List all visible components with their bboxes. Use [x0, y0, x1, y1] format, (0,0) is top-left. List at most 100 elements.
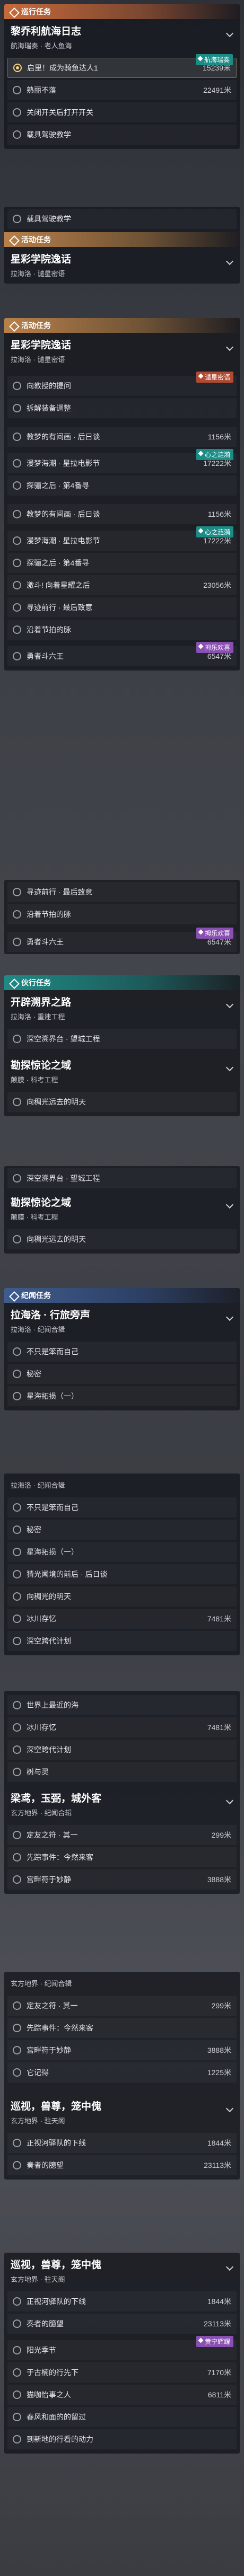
task-row[interactable]: 它记得 1225米: [7, 2062, 237, 2083]
task-row[interactable]: 深空跨代计划: [7, 1740, 237, 1760]
task-row[interactable]: 载具驾驶教学: [7, 209, 237, 229]
quest-header[interactable]: 巡视，兽尊，笼中傀 玄方地界 · 驻天阁: [4, 2094, 240, 2131]
radio-icon: [13, 64, 22, 72]
task-row[interactable]: 深空溯界台 · 望城工程: [7, 1029, 237, 1049]
task-row[interactable]: 秘密: [7, 1364, 237, 1384]
radio-icon: [13, 1615, 21, 1623]
chevron-down-icon[interactable]: [225, 1063, 234, 1072]
task-row[interactable]: 先踪事件：今然来客: [7, 1847, 237, 1867]
quest-header[interactable]: 巡视，兽尊，笼中傀 玄方地界 · 驻天阁: [4, 2253, 240, 2289]
task-row[interactable]: 宫畔符于妙静 3888米: [7, 1869, 237, 1890]
quest-header[interactable]: 拉海洛 · 纪闻合辑: [4, 1474, 240, 1495]
task-row[interactable]: 世界上最近的海: [7, 1695, 237, 1715]
radio-icon: [13, 625, 21, 634]
quest-panel: 玄方地界 · 纪闻合辑 定友之符 · 其一 299米 先踪事件：今然来客 宫畔符于…: [4, 1972, 240, 2180]
task-row[interactable]: 启里！成为骑鱼达人1 15239米 航海瑞奏: [7, 54, 237, 78]
task-row[interactable]: 星海拓损（一）: [7, 1542, 237, 1562]
task-row[interactable]: 勇者斗六王 6547米 拇乐欢喜: [7, 928, 237, 952]
task-row[interactable]: 寻迹前行 · 最后致意: [7, 882, 237, 902]
task-row[interactable]: 春风和面的的留过: [7, 2407, 237, 2427]
radio-icon: [13, 382, 21, 390]
chevron-down-icon[interactable]: [225, 29, 234, 38]
radio-icon: [13, 215, 21, 223]
radio-icon: [13, 888, 21, 896]
quest-header[interactable]: 玄方地界 · 纪闻合辑: [4, 1972, 240, 1993]
task-row[interactable]: 教梦的有间画 · 后日谈 1156米: [7, 504, 237, 524]
task-row[interactable]: 猜光闻境的前后 · 后日谈: [7, 1564, 237, 1584]
quest-header[interactable]: 黎乔利航海日志 航海瑞奏 · 老人鱼海: [4, 19, 240, 56]
task-row[interactable]: 向稠光远去的明天: [7, 1229, 237, 1249]
task-row[interactable]: 不只是笨而自己: [7, 1497, 237, 1518]
quest-header[interactable]: 星彩学院逸话 拉海洛 · 谴星密语: [4, 333, 240, 369]
task-row[interactable]: 星海拓损（一）: [7, 1386, 237, 1406]
task-row[interactable]: 正视河驿队的下线 1844米: [7, 2133, 237, 2153]
task-row[interactable]: 勇者斗六王 6547米 拇乐欢喜: [7, 642, 237, 666]
task-row[interactable]: 定友之符 · 其一 299米: [7, 1825, 237, 1845]
task-row[interactable]: 漫梦海潮 · 星拉电影节 17222米 心之涟漪: [7, 449, 237, 473]
task-row[interactable]: 激斗! 向着星耀之后 23056米: [7, 575, 237, 595]
radio-icon: [13, 536, 21, 545]
radio-icon: [13, 1174, 21, 1183]
task-row[interactable]: 奏者的臆望 23113米: [7, 2155, 237, 2175]
task-row[interactable]: 沿着节拍的脉: [7, 904, 237, 924]
task-row[interactable]: 深空溯界台 · 望城工程: [7, 1168, 237, 1188]
quest-tag-badge: 拇乐欢喜: [196, 928, 233, 939]
quest-panel: 巡行任务 黎乔利航海日志 航海瑞奏 · 老人鱼海 启里！成为骑鱼达人1 1523…: [4, 4, 240, 149]
radio-icon: [13, 910, 21, 919]
task-row[interactable]: 于古楠的行先下 7170米: [7, 2362, 237, 2383]
diamond-icon: [10, 1292, 17, 1299]
task-row[interactable]: 奏者的臆望 23113米: [7, 2314, 237, 2334]
chevron-down-icon[interactable]: [225, 257, 234, 266]
task-row[interactable]: 树与灵: [7, 1762, 237, 1782]
chevron-down-icon[interactable]: [225, 343, 234, 351]
radio-icon: [13, 1701, 21, 1709]
radio-icon: [13, 404, 21, 412]
quest-header[interactable]: 开辟溯界之路 拉海洛 · 重建工程: [4, 990, 240, 1027]
quest-panel: 活动任务 星彩学院逸话 拉海洛 · 谴星密语 向教授的提问 谴星密语 拆解装备调整…: [4, 318, 240, 671]
chevron-down-icon[interactable]: [225, 1000, 234, 1009]
radio-icon: [13, 2346, 21, 2354]
task-row[interactable]: 阳光季节 黄宁辉耀: [7, 2336, 237, 2360]
task-row[interactable]: 正视河驿队的下线 1844米: [7, 2291, 237, 2312]
radio-icon: [13, 603, 21, 612]
radio-icon: [13, 2297, 21, 2306]
radio-icon: [13, 1637, 21, 1645]
task-row[interactable]: 秘密: [7, 1520, 237, 1540]
quest-header[interactable]: 拉海洛 · 行旅旁声 拉海洛 · 纪闻合辑: [4, 1303, 240, 1339]
task-row[interactable]: 漫梦海潮 · 星拉电影节 17222米 心之涟漪: [7, 526, 237, 551]
task-row[interactable]: 探骊之后 · 第4番寻: [7, 475, 237, 496]
task-row[interactable]: 不只是笨而自己: [7, 1342, 237, 1362]
chevron-down-icon[interactable]: [225, 1201, 234, 1209]
task-row[interactable]: 冰川存忆 7481米: [7, 1609, 237, 1629]
task-row[interactable]: 沿着节拍的脉: [7, 620, 237, 640]
task-row[interactable]: 向稠光远去的明天: [7, 1092, 237, 1112]
task-row[interactable]: 深空跨代计划: [7, 1631, 237, 1651]
quest-header[interactable]: 星彩学院逸话 拉海洛 · 谴星密语: [4, 247, 240, 284]
radio-icon: [13, 2390, 21, 2399]
task-row[interactable]: 猫咖怡事之人 6811米: [7, 2385, 237, 2405]
chevron-down-icon[interactable]: [225, 2104, 234, 2113]
quest-header[interactable]: 梁鸢，玉弼，城外客 玄方地界 · 纪闻合辑: [4, 1786, 240, 1823]
task-row[interactable]: 向教授的提问 谴星密语: [7, 372, 237, 396]
radio-icon: [13, 86, 21, 94]
task-row[interactable]: 宫畔符于妙静 3888米: [7, 2040, 237, 2060]
quest-header[interactable]: 勘探惊论之域 颠膜 · 科考工程: [4, 1190, 240, 1227]
chevron-down-icon[interactable]: [225, 1796, 234, 1805]
task-row[interactable]: 熟丽不落 22491米: [7, 80, 237, 100]
task-row[interactable]: 探骊之后 · 第4番寻: [7, 553, 237, 573]
task-row[interactable]: 载具驾驶教学: [7, 125, 237, 145]
task-row[interactable]: 冰川存忆 7481米: [7, 1717, 237, 1737]
category-header: 巡行任务: [4, 4, 240, 19]
task-row[interactable]: 向稠光的明天: [7, 1586, 237, 1607]
radio-icon: [13, 1875, 21, 1884]
chevron-down-icon[interactable]: [225, 2263, 234, 2271]
task-row[interactable]: 定友之符 · 其一 299米: [7, 1996, 237, 2016]
task-row[interactable]: 先踪事件：今然来客: [7, 2018, 237, 2038]
chevron-down-icon[interactable]: [225, 1313, 234, 1321]
quest-header[interactable]: 勘探惊论之域 颠膜 · 科考工程: [4, 1053, 240, 1090]
task-row[interactable]: 到新地的行看的动力: [7, 2429, 237, 2449]
task-row[interactable]: 拆解装备调整: [7, 398, 237, 418]
task-row[interactable]: 教梦的有间画 · 后日谈 1156米: [7, 427, 237, 447]
task-row[interactable]: 关闭开关后打开开关: [7, 102, 237, 122]
task-row[interactable]: 寻迹前行 · 最后致意: [7, 597, 237, 617]
